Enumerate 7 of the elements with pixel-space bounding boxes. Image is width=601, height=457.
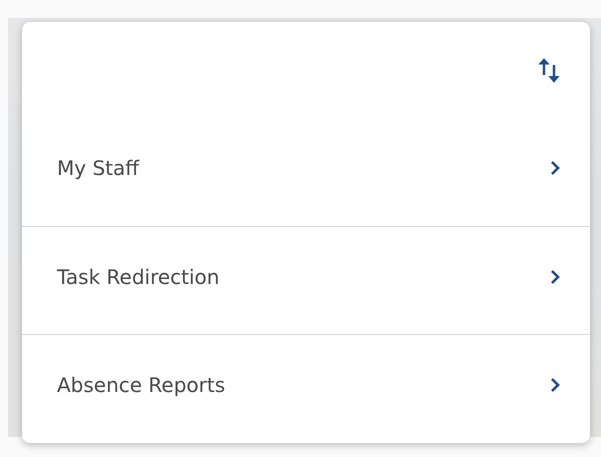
menu-item[interactable]: My Staff [22,118,590,226]
menu-item[interactable]: Task Redirection [22,226,590,334]
sort-icon [538,57,560,83]
chevron-right-icon [550,268,560,284]
chevron-right-icon [550,160,560,176]
chevron-right-icon [550,377,560,394]
menu-item[interactable]: Absence Reports [22,334,590,444]
